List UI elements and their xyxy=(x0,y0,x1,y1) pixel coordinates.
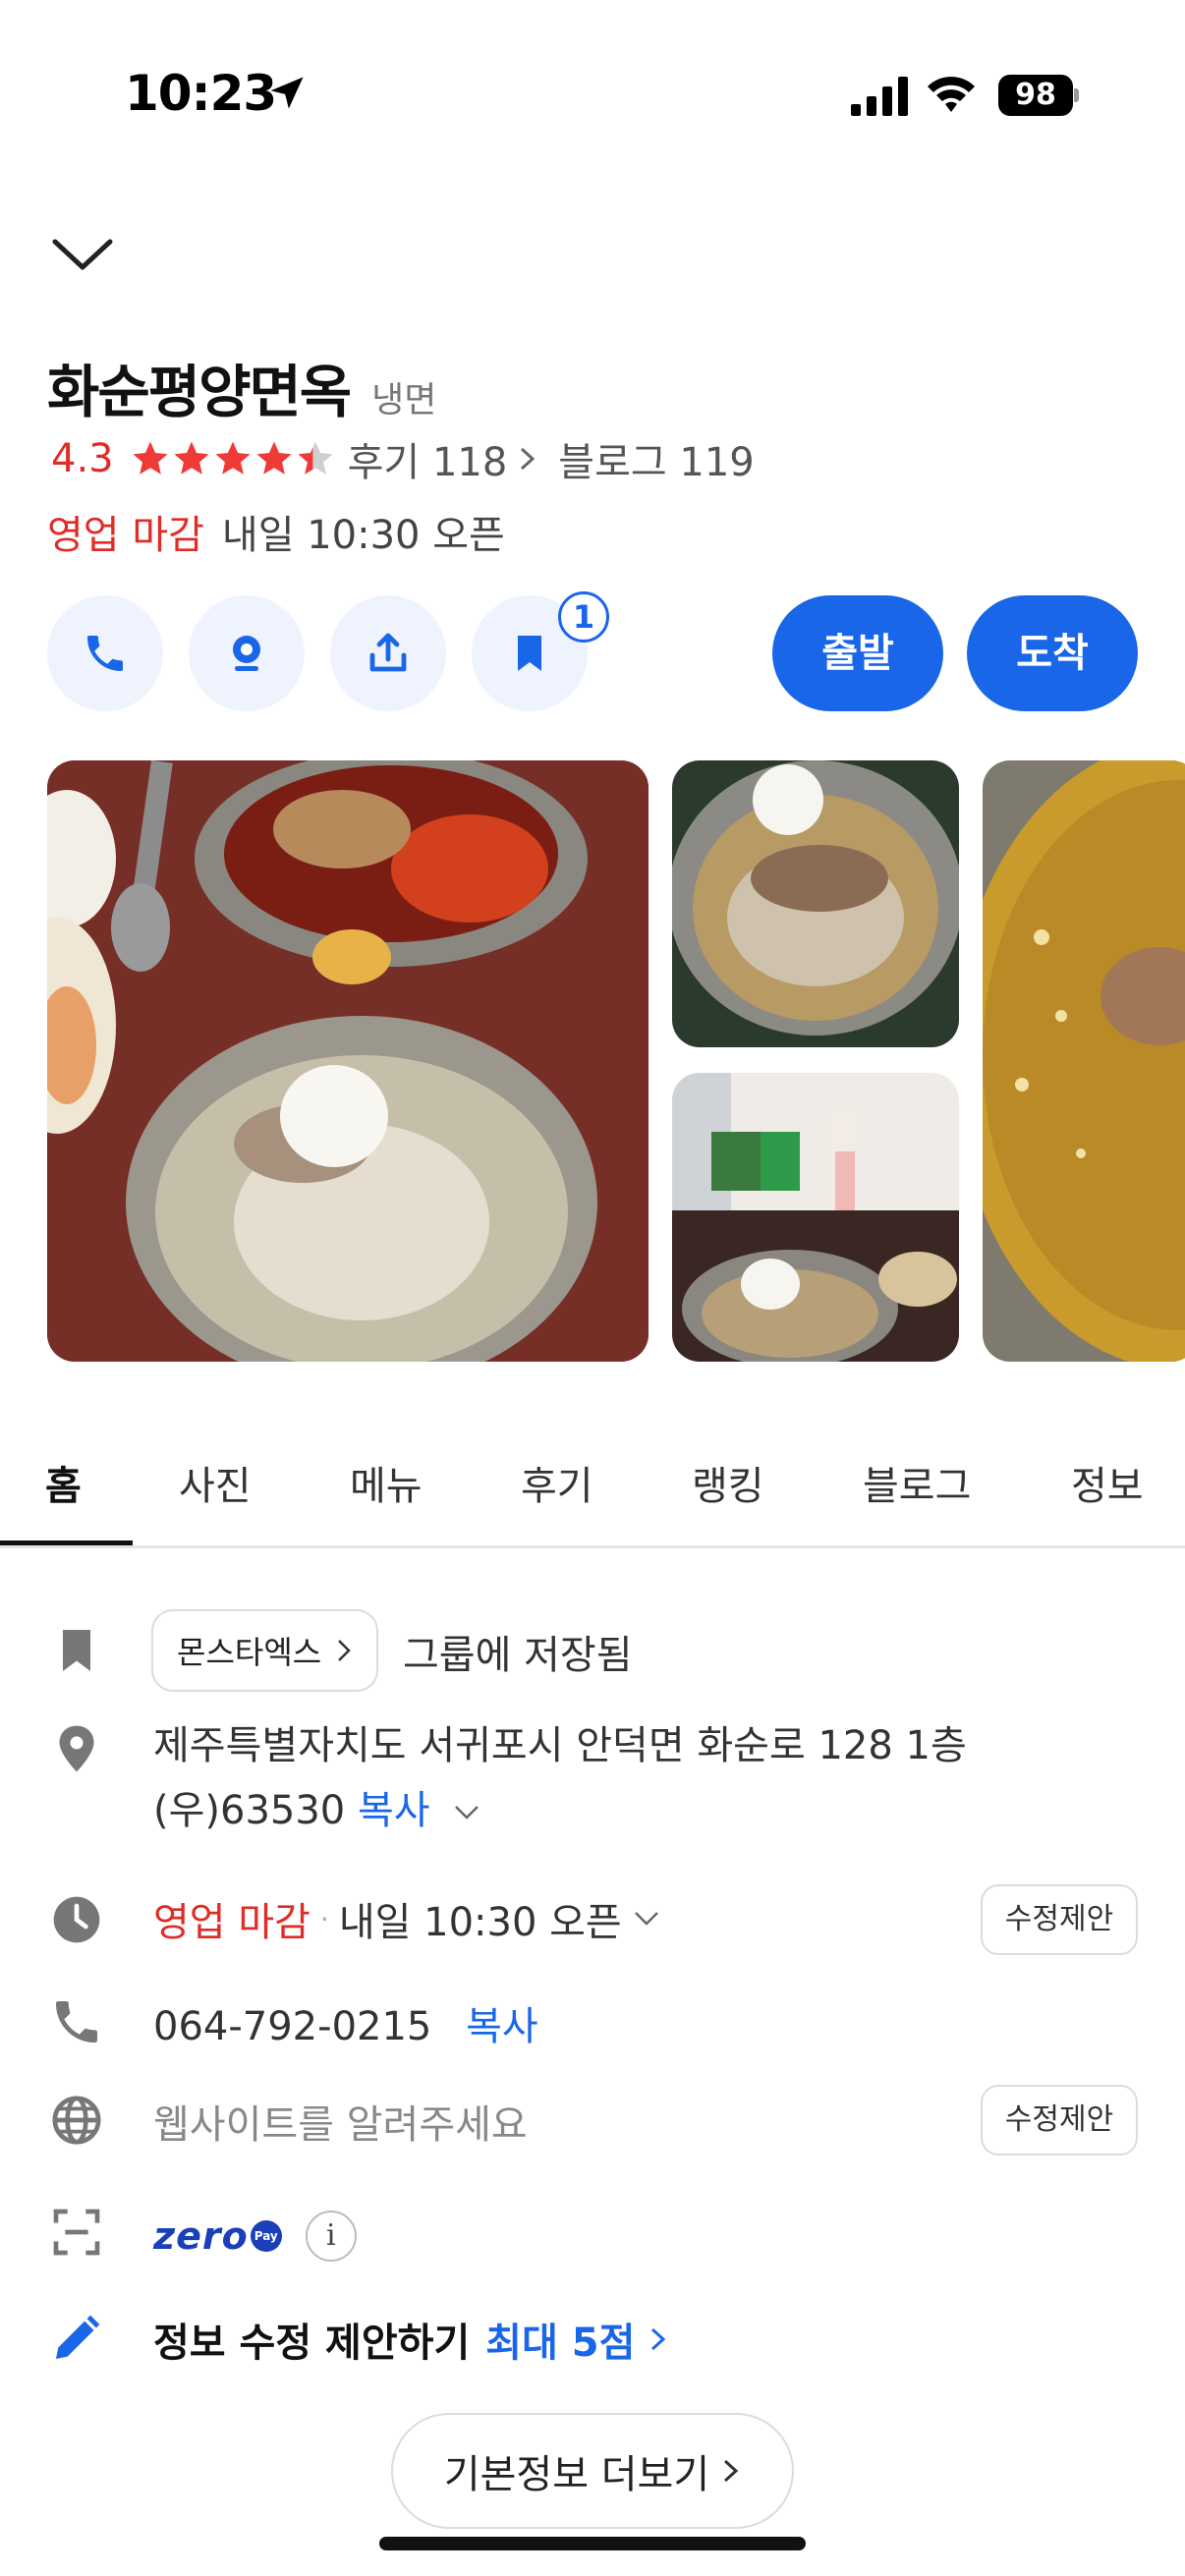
chevron-right-icon xyxy=(651,2327,666,2351)
hours-suggest-edit-button[interactable]: 수정제안 xyxy=(981,1884,1138,1955)
more-basic-info-label: 기본정보 더보기 xyxy=(443,2452,710,2497)
rating-row: 4.3 후기 118 블로그 119 xyxy=(51,432,755,485)
hours-next-open: 내일 10:30 오픈 xyxy=(338,1900,622,1945)
street-view-icon xyxy=(233,636,260,671)
globe-icon xyxy=(49,2093,104,2148)
street-view-button[interactable] xyxy=(189,595,305,711)
tab-blog[interactable]: 블로그 xyxy=(863,1454,971,1511)
save-count-badge: 1 xyxy=(558,591,609,643)
chevron-down-icon[interactable] xyxy=(452,1803,481,1822)
place-title: 화순평양면옥 냉면 xyxy=(47,346,436,428)
star-half-icon xyxy=(298,441,333,475)
rating-stars xyxy=(130,438,336,479)
arrive-button[interactable]: 도착 xyxy=(967,595,1138,711)
share-icon xyxy=(369,633,407,672)
reviews-count: 후기 118 xyxy=(347,440,508,485)
star-icon xyxy=(133,441,168,475)
phone-row: 064-792-0215 복사 xyxy=(153,1994,538,2051)
chevron-down-icon[interactable] xyxy=(51,228,114,279)
more-basic-info-button[interactable]: 기본정보 더보기 xyxy=(391,2413,794,2529)
zeropay-row: zero Pay i xyxy=(153,2211,357,2262)
suggest-edit-label: 정보 수정 제안하기 xyxy=(153,2321,471,2366)
star-icon xyxy=(256,441,292,475)
cellular-signal-icon xyxy=(851,77,908,116)
closed-status: 영업 마감 xyxy=(47,513,204,558)
tab-info[interactable]: 정보 xyxy=(1071,1454,1144,1511)
active-tab-indicator xyxy=(0,1540,133,1545)
place-name: 화순평양면옥 xyxy=(47,359,352,425)
tab-photos[interactable]: 사진 xyxy=(179,1454,252,1511)
clock-icon xyxy=(49,1892,104,1947)
saved-group-text: 그룹에 저장됨 xyxy=(403,1633,633,1678)
saved-group-chip[interactable]: 몬스타엑스 xyxy=(151,1609,379,1692)
hours-row[interactable]: 영업 마감 · 내일 10:30 오픈 xyxy=(153,1890,661,1947)
suggest-info-edit-link[interactable]: 정보 수정 제안하기 최대 5점 xyxy=(153,2311,668,2368)
phone-icon xyxy=(87,636,123,671)
status-time: 10:23 xyxy=(125,65,277,122)
website-suggest-edit-button[interactable]: 수정제안 xyxy=(981,2085,1138,2156)
battery-icon: 98 xyxy=(998,75,1079,116)
address-copy-link[interactable]: 복사 xyxy=(358,1788,430,1833)
address-text: 제주특별자치도 서귀포시 안덕면 화순로 128 1층 (우)63530 xyxy=(153,1723,967,1833)
zeropay-logo: zero xyxy=(153,2214,249,2258)
tab-home[interactable]: 홈 xyxy=(45,1454,82,1511)
share-button[interactable] xyxy=(330,595,446,711)
hours-summary: 영업 마감 내일 10:30 오픈 xyxy=(47,503,505,560)
photo-main[interactable] xyxy=(47,760,649,1362)
photo-2[interactable] xyxy=(672,760,959,1047)
rating-score: 4.3 xyxy=(51,436,114,481)
tab-menu[interactable]: 메뉴 xyxy=(350,1454,423,1511)
suggest-edit-reward: 최대 5점 xyxy=(485,2321,636,2366)
status-bar: 10:23 98 xyxy=(0,0,1185,187)
scan-icon xyxy=(49,2205,104,2260)
photo-4[interactable] xyxy=(983,760,1185,1362)
tab-reviews[interactable]: 후기 xyxy=(521,1454,593,1511)
chevron-right-icon xyxy=(724,2459,739,2483)
wifi-icon xyxy=(928,77,975,112)
bookmark-icon xyxy=(518,636,541,671)
pencil-icon xyxy=(49,2311,104,2366)
website-placeholder: 웹사이트를 알려주세요 xyxy=(153,2102,528,2148)
home-indicator xyxy=(379,2537,806,2550)
chevron-down-icon xyxy=(634,1912,658,1926)
tab-bar: 홈 사진 메뉴 후기 랭킹 블로그 정보 xyxy=(0,1405,1185,1548)
hours-closed: 영업 마감 xyxy=(153,1900,310,1945)
chevron-right-icon xyxy=(338,1640,351,1661)
star-icon xyxy=(215,441,251,475)
phone-number[interactable]: 064-792-0215 xyxy=(153,2004,431,2049)
next-open: 내일 10:30 오픈 xyxy=(221,513,505,558)
reviews-link[interactable]: 후기 118 xyxy=(348,430,559,487)
address-row: 제주특별자치도 서귀포시 안덕면 화순로 128 1층 (우)63530 복사 xyxy=(153,1713,1146,1843)
phone-icon xyxy=(49,1994,104,2049)
zeropay-pay-mark: Pay xyxy=(250,2220,282,2252)
place-category: 냉면 xyxy=(371,380,437,420)
location-arrow-icon xyxy=(270,77,304,109)
group-name: 몬스타엑스 xyxy=(177,1634,322,1671)
call-button[interactable] xyxy=(47,595,163,711)
depart-button[interactable]: 출발 xyxy=(772,595,943,711)
info-icon[interactable]: i xyxy=(305,2211,357,2262)
phone-copy-link[interactable]: 복사 xyxy=(466,2004,538,2049)
photo-3[interactable] xyxy=(672,1073,959,1362)
blog-link[interactable]: 블로그 119 xyxy=(558,430,754,487)
bookmark-icon xyxy=(49,1623,104,1678)
tab-ranking[interactable]: 랭킹 xyxy=(692,1454,764,1511)
chevron-right-icon xyxy=(521,447,536,471)
location-pin-icon xyxy=(49,1721,104,1776)
hours-separator: · xyxy=(319,1902,329,1935)
star-icon xyxy=(174,441,209,475)
battery-level: 98 xyxy=(998,75,1073,116)
